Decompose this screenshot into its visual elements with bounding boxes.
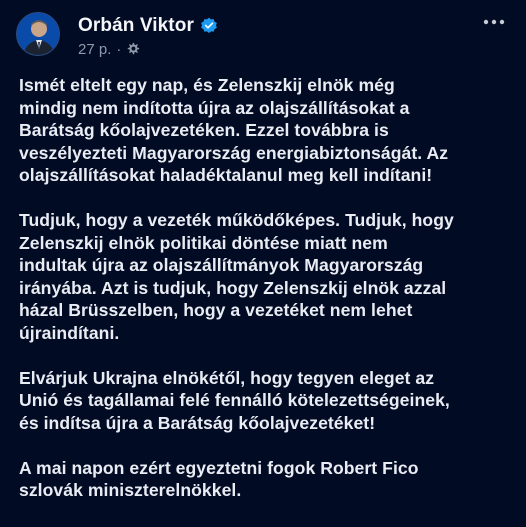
- author-avatar[interactable]: [16, 12, 60, 56]
- text-line: A mai napon ezért egyeztetni fogok Rober…: [19, 457, 419, 478]
- more-horizontal-icon: [483, 19, 505, 25]
- text-line: Tudjuk, hogy a vezeték működőképes. Tudj…: [19, 210, 454, 230]
- post-time[interactable]: 27 p.: [78, 41, 111, 58]
- more-options-button[interactable]: [480, 12, 508, 32]
- text-line: házal Brüsszelben, hogy a vezetéket nem …: [19, 300, 413, 320]
- text-line: újraindítani.: [19, 322, 120, 343]
- text-line: mindig nem indította újra az olajszállít…: [19, 97, 410, 118]
- text-line: Ismét eltelt egy nap, és Zelenszkij elnö…: [19, 75, 395, 95]
- text-line: Barátság kőolajvezetéken. Ezzel továbbra…: [19, 120, 389, 140]
- text-line: szlovák miniszterelnökkel.: [19, 480, 242, 500]
- text-line: Zelenszkij elnök politikai döntése miatt…: [19, 232, 388, 253]
- post-paragraph-2: Tudjuk, hogy a vezeték működőképes. Tudj…: [19, 209, 515, 344]
- profile-photo-icon: [17, 13, 59, 55]
- facebook-post: Orbán Viktor 27 p. · Ismét eltelt egy na…: [0, 0, 526, 527]
- post-meta: 27 p. ·: [78, 40, 140, 58]
- text-line: indultak újra az olajszállítmányok Magya…: [19, 255, 424, 275]
- text-line: és indítsa újra a Barátság kőolajvezeték…: [19, 412, 376, 433]
- post-header: Orbán Viktor 27 p. ·: [0, 0, 526, 70]
- author-name[interactable]: Orbán Viktor: [78, 15, 194, 37]
- post-paragraph-1: Ismét eltelt egy nap, és Zelenszkij elnö…: [19, 74, 515, 187]
- text-line: Elvárjuk Ukrajna elnökétől, hogy tegyen …: [19, 367, 435, 388]
- text-line: Unió és tagállamai felé fennálló kötelez…: [19, 390, 450, 410]
- text-line: veszélyezteti Magyarország energiabizton…: [19, 142, 449, 163]
- post-text: Ismét eltelt egy nap, és Zelenszkij elnö…: [19, 74, 515, 524]
- gear-icon[interactable]: [126, 42, 140, 56]
- text-line: olajszállításokat haladéktalanul meg kel…: [19, 165, 433, 185]
- post-paragraph-4: A mai napon ezért egyeztetni fogok Rober…: [19, 457, 515, 502]
- text-line: irányába. Azt is tudjuk, hogy Zelenszkij…: [19, 277, 447, 298]
- verified-badge-icon: [200, 17, 218, 35]
- author-line: Orbán Viktor: [78, 14, 218, 38]
- post-paragraph-3: Elvárjuk Ukrajna elnökétől, hogy tegyen …: [19, 367, 515, 435]
- meta-separator: ·: [116, 40, 122, 58]
